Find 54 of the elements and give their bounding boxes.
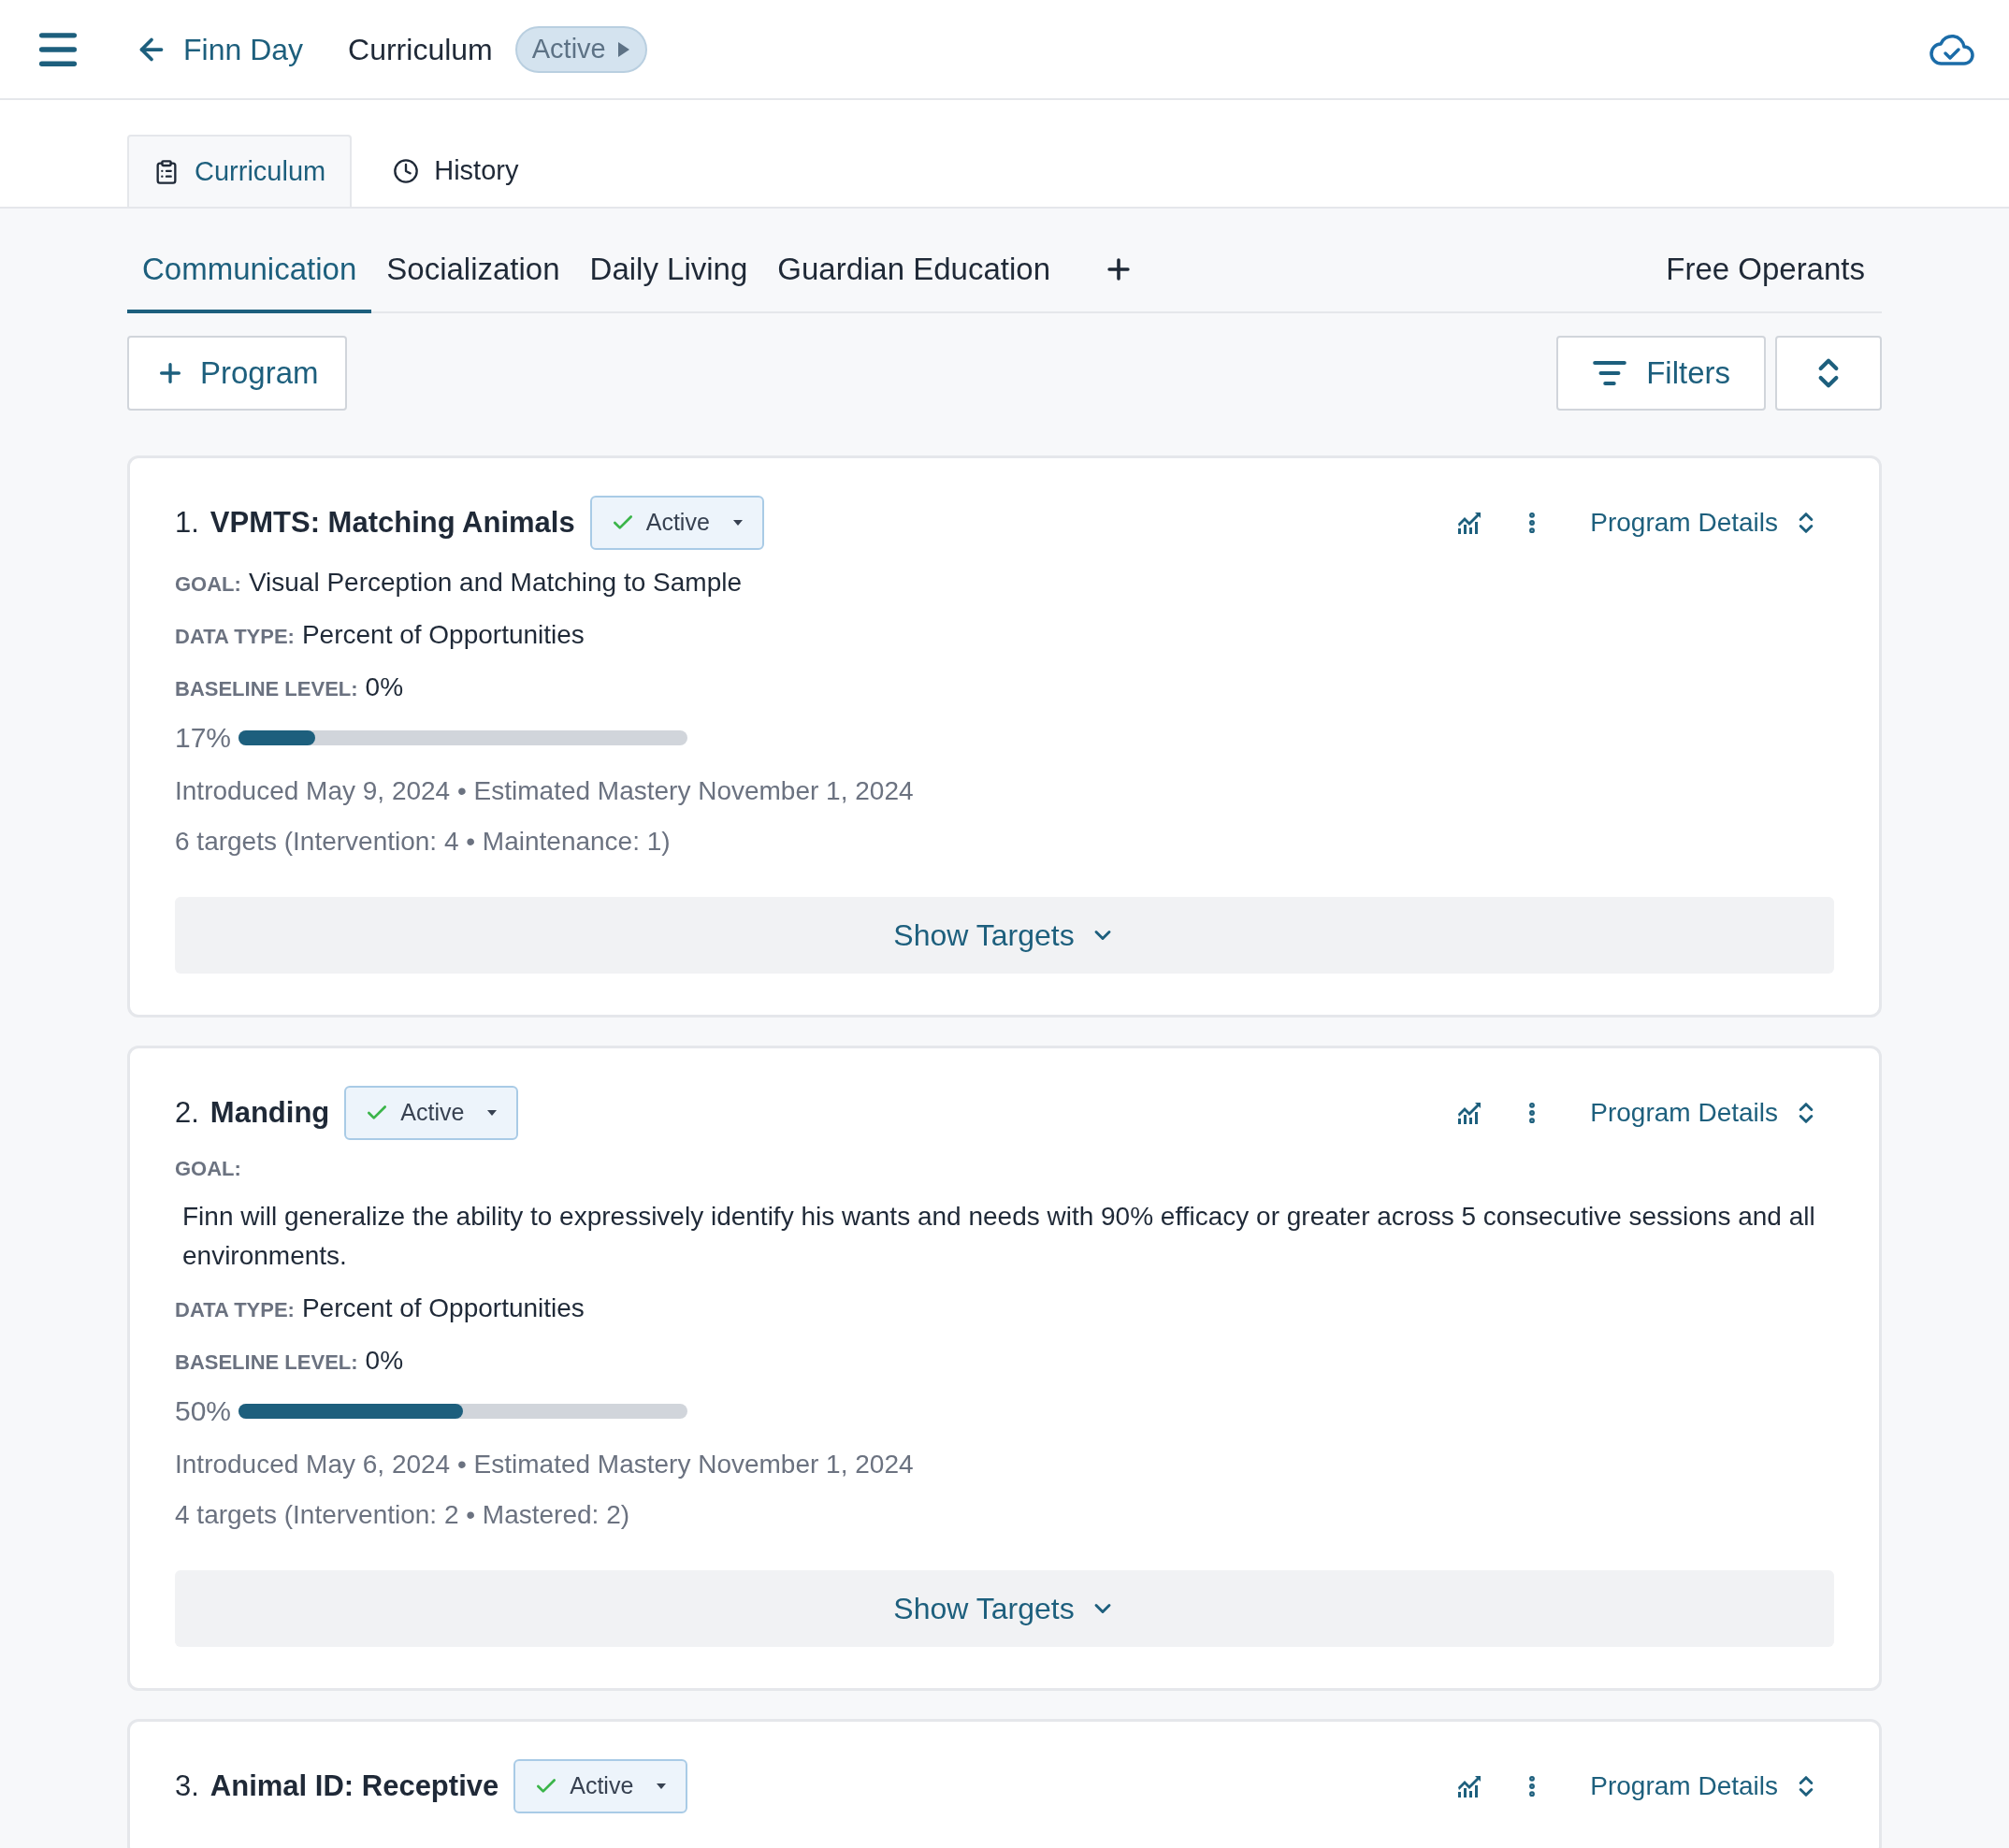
cloud-check-icon[interactable]	[1929, 32, 1975, 66]
field-value: 0%	[365, 1345, 404, 1377]
field-label: GOAL:	[175, 571, 241, 598]
field-label: BASELINE LEVEL:	[175, 1350, 358, 1376]
sort-toggle-button[interactable]	[1775, 336, 1882, 411]
status-dropdown[interactable]: Active	[344, 1086, 519, 1140]
back-link[interactable]: Finn Day	[135, 26, 304, 72]
program-number: 3.	[175, 1768, 199, 1804]
field-label: DATA TYPE:	[175, 624, 295, 650]
category-tab[interactable]: Socialization	[371, 229, 575, 313]
chart-icon[interactable]	[1457, 512, 1482, 534]
view-tab[interactable]: History	[352, 135, 560, 207]
status-pill[interactable]: Active	[514, 25, 647, 73]
chart-icon[interactable]	[1457, 1775, 1482, 1797]
show-targets-button[interactable]: Show Targets	[175, 897, 1834, 974]
field-label: DATA TYPE:	[175, 1297, 295, 1323]
add-program-button[interactable]: Program	[127, 336, 347, 411]
caret-down-icon	[656, 1783, 668, 1790]
field-value: Visual Perception and Matching to Sample	[248, 567, 743, 599]
status-dropdown[interactable]: Active	[589, 496, 764, 550]
chart-icon[interactable]	[1457, 1102, 1482, 1124]
category-tab[interactable]: Communication	[127, 229, 372, 313]
category-tab[interactable]: Guardian Education	[762, 229, 1065, 313]
category-tab[interactable]: Free Operants	[1651, 227, 1880, 311]
page-title: Curriculum	[348, 31, 493, 68]
caret-down-icon	[486, 1109, 499, 1117]
view-tab[interactable]: Curriculum	[127, 135, 353, 207]
targets-summary: 6 targets (Intervention: 4 • Maintenance: 1)	[175, 826, 672, 858]
program-details-button[interactable]: Program Details	[1590, 1767, 1819, 1806]
category-tab[interactable]: Daily Living	[574, 229, 763, 313]
field-value: 0%	[365, 671, 404, 703]
program-details-button[interactable]: Program Details	[1590, 1093, 1819, 1133]
filters-button[interactable]: Filters	[1556, 336, 1766, 411]
clock-icon	[393, 157, 420, 184]
field-label: BASELINE LEVEL:	[175, 676, 358, 702]
program-title: VPMTS: Matching Animals	[210, 504, 575, 541]
program-details-button[interactable]: Program Details	[1590, 503, 1819, 542]
progress-reading: 50%	[175, 1394, 232, 1428]
status-dropdown[interactable]: Active	[513, 1759, 688, 1813]
targets-summary: 4 targets (Intervention: 2 • Mastered: 2)	[175, 1499, 631, 1531]
play-icon	[616, 40, 630, 58]
dates-text: Introduced May 6, 2024 • Estimated Mastery November 1, 2024	[175, 1449, 915, 1480]
show-targets-button[interactable]: Show Targets	[175, 1570, 1834, 1647]
dates-text: Introduced May 9, 2024 • Estimated Mastery November 1, 2024	[175, 775, 915, 807]
program-number: 2.	[175, 1094, 199, 1131]
program-number: 1.	[175, 504, 199, 541]
field-value: Percent of Opportunities	[301, 619, 585, 651]
program-title: Manding	[210, 1094, 330, 1131]
field-value: Percent of Opportunities	[301, 1292, 585, 1324]
caret-down-icon	[731, 519, 744, 527]
field-label: GOAL:	[175, 1156, 242, 1182]
progress-reading: 17%	[175, 721, 232, 755]
program-title: Animal ID: Receptive	[210, 1768, 499, 1804]
field-value: Finn will generalize the ability to expressively identify his wants and needs with 90% efficacy or greater across 5 consecutive sessions and all environments.	[182, 1201, 1816, 1272]
